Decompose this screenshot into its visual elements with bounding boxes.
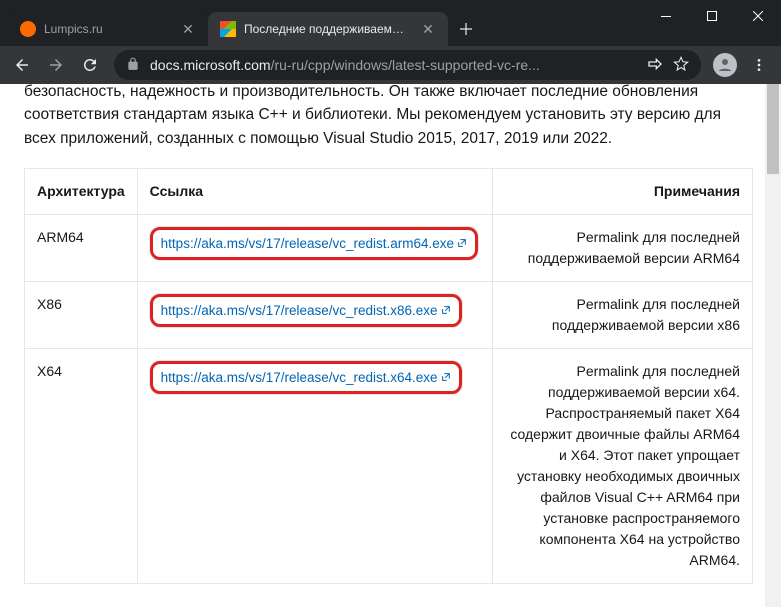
close-icon[interactable]: ✕ xyxy=(420,21,436,37)
browser-toolbar: docs.microsoft.com/ru-ru/cpp/windows/lat… xyxy=(0,46,781,84)
close-window-button[interactable] xyxy=(735,0,781,32)
minimize-button[interactable] xyxy=(643,0,689,32)
tab-title: Lumpics.ru xyxy=(44,22,172,36)
header-link: Ссылка xyxy=(137,168,492,214)
intro-paragraph: безопасность, надежность и производитель… xyxy=(24,84,753,150)
download-link-arm64[interactable]: https://aka.ms/vs/17/release/vc_redist.a… xyxy=(161,236,467,251)
table-row: X86 https://aka.ms/vs/17/release/vc_redi… xyxy=(25,281,753,348)
download-link-x64[interactable]: https://aka.ms/vs/17/release/vc_redist.x… xyxy=(161,370,451,385)
favicon-icon xyxy=(220,21,236,37)
address-bar[interactable]: docs.microsoft.com/ru-ru/cpp/windows/lat… xyxy=(114,50,701,80)
cell-notes: Permalink для последней поддерживаемой в… xyxy=(493,281,753,348)
page-content: безопасность, надежность и производитель… xyxy=(0,84,781,607)
url-text: docs.microsoft.com/ru-ru/cpp/windows/lat… xyxy=(150,57,637,73)
cell-arch: X64 xyxy=(25,348,138,583)
reload-button[interactable] xyxy=(74,49,106,81)
menu-button[interactable] xyxy=(743,49,775,81)
tab-lumpics[interactable]: Lumpics.ru ✕ xyxy=(8,12,208,46)
forward-button[interactable] xyxy=(40,49,72,81)
cell-link: https://aka.ms/vs/17/release/vc_redist.x… xyxy=(137,281,492,348)
cell-notes: Permalink для последней поддерживаемой в… xyxy=(493,348,753,583)
cell-arch: X86 xyxy=(25,281,138,348)
cell-link: https://aka.ms/vs/17/release/vc_redist.x… xyxy=(137,348,492,583)
cell-link: https://aka.ms/vs/17/release/vc_redist.a… xyxy=(137,214,492,281)
window-controls xyxy=(643,0,781,32)
highlight-box: https://aka.ms/vs/17/release/vc_redist.a… xyxy=(150,227,478,260)
profile-button[interactable] xyxy=(709,49,741,81)
external-link-icon xyxy=(457,234,467,244)
table-row: ARM64 https://aka.ms/vs/17/release/vc_re… xyxy=(25,214,753,281)
lock-icon xyxy=(126,57,140,74)
back-button[interactable] xyxy=(6,49,38,81)
downloads-table: Архитектура Ссылка Примечания ARM64 http… xyxy=(24,168,753,584)
avatar-icon xyxy=(713,53,737,77)
external-link-icon xyxy=(441,368,451,378)
scrollbar[interactable] xyxy=(765,84,781,607)
cell-arch: ARM64 xyxy=(25,214,138,281)
new-tab-button[interactable] xyxy=(452,15,480,43)
favicon-icon xyxy=(20,21,36,37)
header-notes: Примечания xyxy=(493,168,753,214)
table-row: X64 https://aka.ms/vs/17/release/vc_redi… xyxy=(25,348,753,583)
header-architecture: Архитектура xyxy=(25,168,138,214)
cell-notes: Permalink для последней поддерживаемой в… xyxy=(493,214,753,281)
star-icon[interactable] xyxy=(673,56,689,75)
tab-microsoft-docs[interactable]: Последние поддерживаемые з ✕ xyxy=(208,12,448,46)
scrollbar-thumb[interactable] xyxy=(767,84,779,174)
highlight-box: https://aka.ms/vs/17/release/vc_redist.x… xyxy=(150,361,462,394)
maximize-button[interactable] xyxy=(689,0,735,32)
download-link-x86[interactable]: https://aka.ms/vs/17/release/vc_redist.x… xyxy=(161,303,451,318)
share-icon[interactable] xyxy=(647,56,663,75)
external-link-icon xyxy=(441,301,451,311)
close-icon[interactable]: ✕ xyxy=(180,21,196,37)
tab-title: Последние поддерживаемые з xyxy=(244,22,412,36)
highlight-box: https://aka.ms/vs/17/release/vc_redist.x… xyxy=(150,294,462,327)
